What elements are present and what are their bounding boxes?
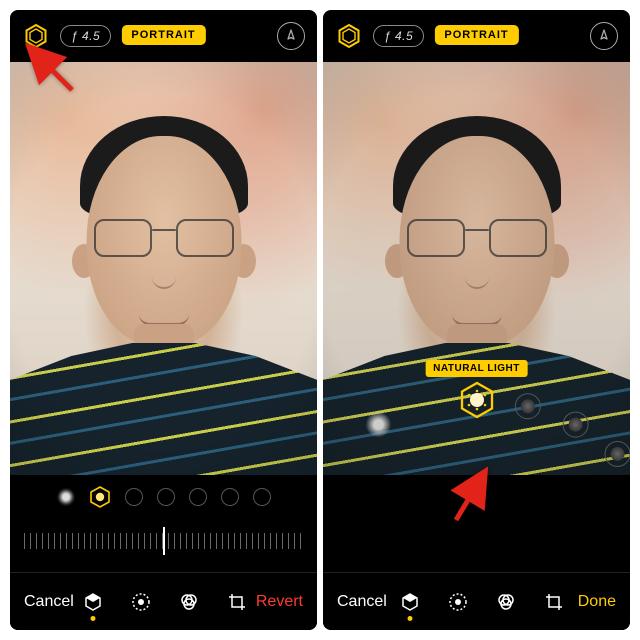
tool-icons	[387, 591, 578, 613]
screenshot-right: ƒ 4.5 PORTRAIT NATURAL LIGHT	[323, 10, 630, 630]
adjust-icon	[448, 592, 468, 612]
adjust-tool[interactable]	[447, 591, 469, 613]
bottom-toolbar: Cancel	[323, 572, 630, 630]
markup-button[interactable]	[277, 22, 305, 50]
edit-panel: Cancel	[323, 475, 630, 630]
lighting-option[interactable]	[365, 412, 391, 438]
revert-button[interactable]: Revert	[256, 593, 303, 611]
tool-icons	[74, 591, 256, 613]
aperture-pill[interactable]: ƒ 4.5	[373, 25, 424, 47]
lighting-option[interactable]	[125, 488, 143, 506]
lighting-label: NATURAL LIGHT	[425, 360, 528, 377]
screenshot-left: ƒ 4.5 PORTRAIT	[10, 10, 317, 630]
portrait-lighting-icon	[400, 592, 420, 612]
lighting-option[interactable]	[253, 488, 271, 506]
filters-tool[interactable]	[495, 591, 517, 613]
portrait-lighting-tool[interactable]	[399, 591, 421, 613]
lighting-hex-icon	[336, 23, 362, 49]
cancel-button[interactable]: Cancel	[337, 593, 387, 611]
portrait-badge: PORTRAIT	[434, 25, 518, 45]
intensity-slider[interactable]	[24, 523, 303, 559]
lighting-option[interactable]	[189, 488, 207, 506]
crop-tool[interactable]	[543, 591, 565, 613]
lighting-option[interactable]	[562, 412, 588, 438]
portrait-lighting-icon	[83, 592, 103, 612]
markup-button[interactable]	[590, 22, 618, 50]
adjust-tool[interactable]	[130, 591, 152, 613]
lighting-options-row	[10, 475, 317, 519]
crop-tool[interactable]	[226, 591, 248, 613]
lighting-option[interactable]	[221, 488, 239, 506]
slider-handle[interactable]	[163, 527, 165, 555]
done-button[interactable]: Done	[578, 593, 616, 611]
lighting-hex-button[interactable]	[22, 22, 50, 50]
vignette	[10, 62, 317, 475]
markup-icon	[597, 29, 611, 43]
filters-icon	[496, 592, 516, 612]
adjust-icon	[131, 592, 151, 612]
crop-icon	[544, 592, 564, 612]
edit-panel: Cancel	[10, 475, 317, 630]
lighting-option[interactable]	[157, 488, 175, 506]
lighting-option-selected[interactable]	[457, 380, 497, 420]
lighting-option[interactable]	[57, 488, 75, 506]
top-bar: ƒ 4.5 PORTRAIT	[323, 10, 630, 62]
filters-icon	[179, 592, 199, 612]
markup-icon	[284, 29, 298, 43]
cancel-button[interactable]: Cancel	[24, 593, 74, 611]
lighting-option[interactable]	[514, 393, 540, 419]
portrait-lighting-tool[interactable]	[82, 591, 104, 613]
lighting-option-selected[interactable]	[89, 486, 111, 508]
bottom-toolbar: Cancel	[10, 572, 317, 630]
top-bar: ƒ 4.5 PORTRAIT	[10, 10, 317, 62]
lighting-hex-button[interactable]	[335, 22, 363, 50]
aperture-pill[interactable]: ƒ 4.5	[60, 25, 111, 47]
lighting-hex-icon	[23, 23, 49, 49]
filters-tool[interactable]	[178, 591, 200, 613]
lighting-option[interactable]	[604, 441, 630, 467]
portrait-badge: PORTRAIT	[121, 25, 205, 45]
crop-icon	[227, 592, 247, 612]
photo-preview[interactable]	[10, 62, 317, 475]
